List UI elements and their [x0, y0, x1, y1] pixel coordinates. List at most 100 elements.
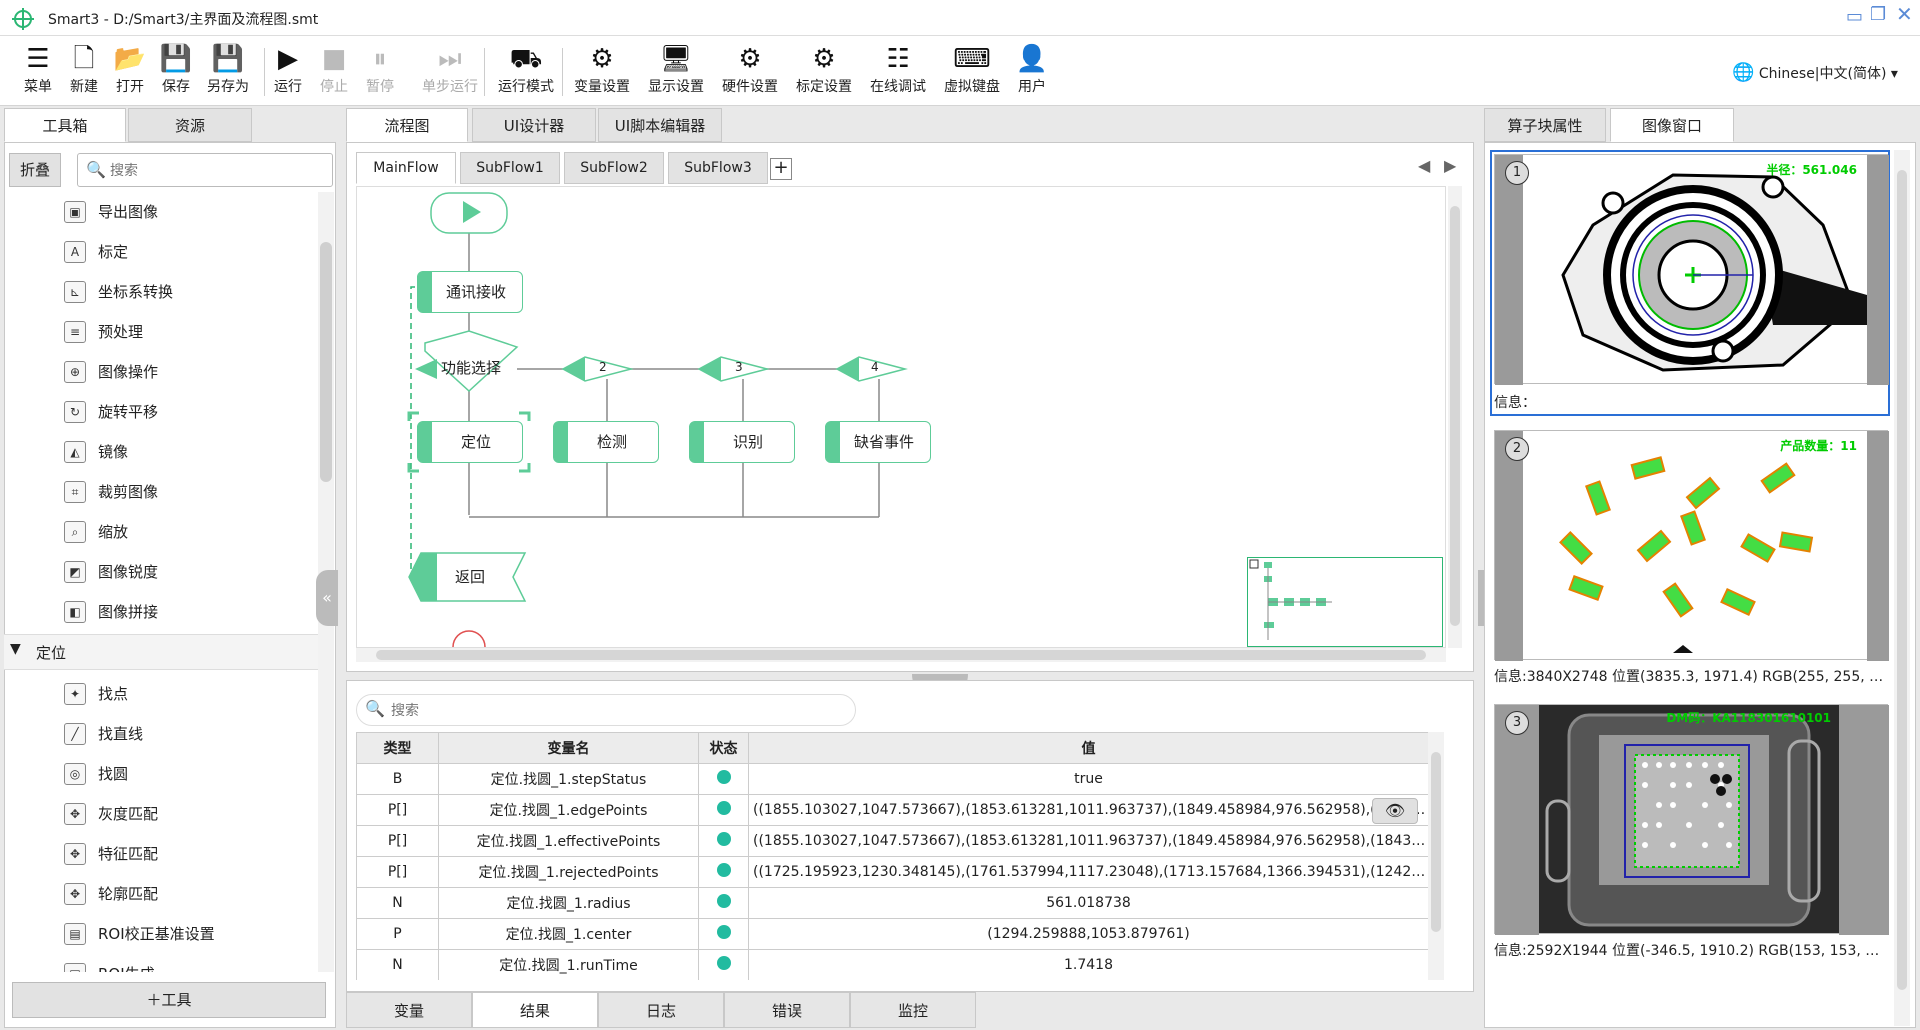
column-header-type[interactable]: 类型 [356, 732, 439, 764]
results-table-wrap: 类型 变量名 状态 值 B 定位.找圆_1.stepStatus true P[] 定… [356, 732, 1428, 980]
table-row[interactable]: N 定位.找圆_1.radius 561.018738 [356, 887, 1428, 919]
flow-minimap[interactable] [1247, 557, 1443, 647]
tool-feature-match[interactable]: ✥ 特征匹配 [64, 834, 314, 874]
tool-label: 图像锐度 [98, 563, 159, 581]
node-return[interactable]: 返回 [455, 566, 485, 587]
tool-find-point[interactable]: ✦ 找点 [64, 674, 314, 714]
table-row[interactable]: P 定位.找圆_1.center (1294.259888,1053.879761) [356, 918, 1428, 950]
flow-tab-subflow1[interactable]: SubFlow1 [460, 152, 560, 184]
tool-contour-match[interactable]: ✥ 轮廓匹配 [64, 874, 314, 914]
tool-label: ROI校正基准设置 [98, 925, 215, 943]
bottom-tab-monitor[interactable]: 监控 [850, 992, 976, 1028]
column-header-value[interactable]: 值 [748, 732, 1428, 764]
node-locate[interactable]: 定位 [417, 421, 523, 463]
scrollbar-thumb[interactable] [376, 650, 1426, 660]
minimize-icon[interactable]: ▭ [1846, 6, 1863, 27]
collapse-left-icon[interactable]: « [316, 570, 338, 626]
chevron-left-icon[interactable]: ◀ [1418, 156, 1430, 175]
image-view-2[interactable]: 2 产品数量：11 [1494, 430, 1889, 661]
tab-ui-designer[interactable]: UI设计器 [472, 108, 596, 142]
scrollbar-thumb[interactable] [1431, 752, 1441, 932]
table-row[interactable]: B 定位.找圆_1.stepStatus true [356, 763, 1428, 795]
tool-roi-base[interactable]: ▤ ROI校正基准设置 [64, 914, 314, 954]
node-recognize[interactable]: 识别 [689, 421, 795, 463]
tool-image-operation[interactable]: ⊕ 图像操作 [64, 352, 314, 392]
node-label: 定位 [460, 433, 491, 451]
table-row[interactable]: P[] 定位.找圆_1.effectivePoints ((1855.103027,… [356, 825, 1428, 857]
node-detect[interactable]: 检测 [553, 421, 659, 463]
calibration-settings-button[interactable]: ⚙ 标定设置 [788, 42, 860, 102]
table-row[interactable]: N 定位.找圆_1.runTime 1.7418 [356, 949, 1428, 980]
column-header-status[interactable]: 状态 [698, 732, 749, 764]
tool-coord-transform[interactable]: ⊾ 坐标系转换 [64, 272, 314, 312]
node-function-select[interactable]: 功能选择 [441, 357, 501, 378]
step-button[interactable]: ⏭ 单步运行 [408, 42, 492, 102]
tool-gray-match[interactable]: ✥ 灰度匹配 [64, 794, 314, 834]
results-search[interactable]: 🔍 [356, 694, 856, 726]
results-search-input[interactable] [391, 699, 831, 721]
results-scrollbar[interactable] [1428, 732, 1444, 980]
scrollbar-thumb[interactable] [1897, 170, 1907, 990]
online-debug-button[interactable]: ☷ 在线调试 [862, 42, 934, 102]
tab-ui-script-editor[interactable]: UI脚本编辑器 [598, 108, 722, 142]
restore-icon[interactable]: ❐ [1870, 4, 1886, 25]
collapse-button[interactable]: 折叠 [9, 153, 61, 187]
find-point-icon: ✦ [64, 683, 86, 705]
scrollbar-thumb[interactable] [1450, 206, 1460, 626]
tab-toolbox[interactable]: 工具箱 [4, 108, 126, 142]
tab-resources[interactable]: 资源 [128, 108, 252, 142]
tool-find-line[interactable]: ╱ 找直线 [64, 714, 314, 754]
tool-sharpness[interactable]: ◩ 图像锐度 [64, 552, 314, 592]
bottom-tab-results[interactable]: 结果 [472, 992, 598, 1028]
tool-rotate-translate[interactable]: ↻ 旋转平移 [64, 392, 314, 432]
pause-button[interactable]: ⏸ 暂停 [348, 42, 412, 102]
node-comm-receive[interactable]: 通讯接收 [417, 271, 523, 313]
tool-crop-image[interactable]: ⌗ 裁剪图像 [64, 472, 314, 512]
column-header-name[interactable]: 变量名 [438, 732, 699, 764]
tool-stitch[interactable]: ◧ 图像拼接 [64, 592, 314, 632]
language-selector[interactable]: 🌐 Chinese|中文(简体) ▾ [1732, 62, 1898, 83]
add-flow-icon[interactable]: + [770, 158, 792, 180]
tool-scale[interactable]: ⌕ 缩放 [64, 512, 314, 552]
flow-vertical-scrollbar[interactable] [1448, 186, 1462, 648]
tool-find-circle[interactable]: ◎ 找圆 [64, 754, 314, 794]
tool-calibrate[interactable]: A 标定 [64, 232, 314, 272]
bottom-tab-errors[interactable]: 错误 [724, 992, 850, 1028]
close-icon[interactable]: ✕ [1896, 2, 1913, 26]
variable-settings-button[interactable]: ⚙ 变量设置 [566, 42, 638, 102]
tool-roi-generate[interactable]: ▤ ROI生成 [64, 954, 314, 972]
node-default-event[interactable]: 缺省事件 [825, 421, 931, 463]
tab-image-window[interactable]: 图像窗口 [1610, 108, 1734, 142]
table-row[interactable]: P[] 定位.找圆_1.rejectedPoints ((1725.195923,1… [356, 856, 1428, 888]
table-row[interactable]: P[] 定位.找圆_1.edgePoints ((1855.103027,1047.… [356, 794, 1428, 826]
tool-export-image[interactable]: ▣ 导出图像 [64, 192, 314, 232]
image-view-1[interactable]: 1 半径：561.046 [1494, 154, 1889, 385]
scrollbar-thumb[interactable] [320, 242, 332, 482]
toolbox-search[interactable]: 🔍 [77, 153, 333, 187]
tab-operator-properties[interactable]: 算子块属性 [1484, 108, 1606, 142]
search-input[interactable] [110, 158, 320, 182]
flow-tab-subflow3[interactable]: SubFlow3 [668, 152, 768, 184]
tool-mirror[interactable]: ◭ 镜像 [64, 432, 314, 472]
bottom-tab-log[interactable]: 日志 [598, 992, 724, 1028]
save-as-button[interactable]: 💾 另存为 [196, 42, 260, 102]
image-view-3[interactable]: 3 DM码：KA118301610101 [1494, 704, 1889, 935]
run-mode-button[interactable]: ⛟ 运行模式 [490, 42, 562, 102]
chevron-right-icon[interactable]: ▶ [1444, 156, 1456, 175]
tab-flowchart[interactable]: 流程图 [346, 108, 468, 142]
eye-icon[interactable]: 👁 [1372, 798, 1418, 824]
flow-tab-subflow2[interactable]: SubFlow2 [564, 152, 664, 184]
flow-tab-mainflow[interactable]: MainFlow [356, 152, 456, 184]
hardware-settings-button[interactable]: ⚙ 硬件设置 [714, 42, 786, 102]
user-button[interactable]: 👤 用户 [1000, 42, 1064, 102]
node-label: 检测 [596, 433, 627, 451]
flow-canvas[interactable]: 通讯接收 功能选择 2 3 4 定位 检测 识别 缺省事件 返回 [356, 186, 1446, 648]
group-locate[interactable]: ▼ 定位 [4, 634, 318, 670]
display-settings-button[interactable]: 🖥 显示设置 [640, 42, 712, 102]
flow-horizontal-scrollbar[interactable] [356, 648, 1446, 662]
virtual-keyboard-button[interactable]: ⌨ 虚拟键盘 [936, 42, 1008, 102]
tool-preprocess[interactable]: ≡ 预处理 [64, 312, 314, 352]
bottom-tab-variables[interactable]: 变量 [346, 992, 472, 1028]
add-tool-button[interactable]: ＋工具 [12, 982, 326, 1018]
image-panel-scrollbar[interactable] [1894, 150, 1910, 1026]
